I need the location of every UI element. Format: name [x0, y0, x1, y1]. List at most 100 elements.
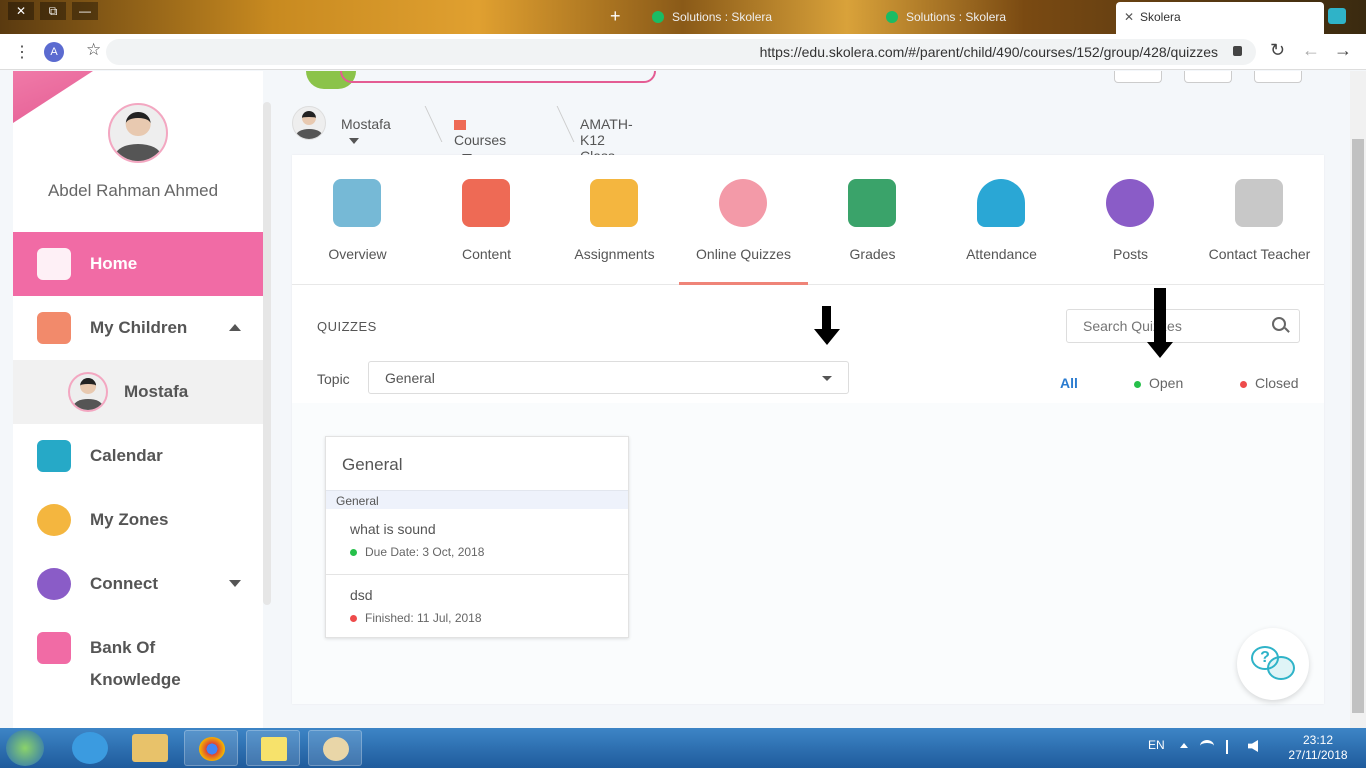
- tab-posts[interactable]: Posts: [1066, 155, 1195, 285]
- sidebar: Abdel Rahman Ahmed Home My Children Most…: [13, 71, 263, 728]
- page-scrollbar[interactable]: [1350, 71, 1366, 728]
- child-avatar: [292, 106, 326, 140]
- taskbar-chrome[interactable]: [184, 730, 238, 766]
- new-tab-button[interactable]: +: [610, 6, 621, 27]
- tab-label: Assignments: [574, 246, 655, 262]
- windows-taskbar: EN 23:12 27/11/2018: [0, 728, 1366, 768]
- bookmark-star-icon[interactable]: ☆: [86, 40, 101, 60]
- system-clock[interactable]: 23:12 27/11/2018: [1278, 733, 1358, 763]
- quiz-date: Finished: 11 Jul, 2018: [350, 611, 482, 625]
- tab-title: Solutions : Skolera: [672, 10, 773, 24]
- header-button[interactable]: [1114, 71, 1162, 83]
- open-status-dot: [350, 549, 357, 557]
- internet-explorer-icon[interactable]: [72, 732, 108, 764]
- filter-all[interactable]: All: [1060, 375, 1078, 391]
- browser-tab[interactable]: Solutions : Skolera: [648, 4, 838, 30]
- sticky-notes-icon: [261, 737, 287, 761]
- taskbar-paint[interactable]: [308, 730, 362, 766]
- quiz-item[interactable]: dsd Finished: 11 Jul, 2018: [326, 575, 628, 641]
- chevron-down-icon[interactable]: [229, 580, 241, 587]
- home-icon: [37, 248, 71, 280]
- sidebar-item-my-zones[interactable]: My Zones: [13, 488, 263, 552]
- scrollbar-thumb[interactable]: [1352, 139, 1364, 713]
- lock-icon: [1233, 46, 1242, 56]
- forward-button[interactable]: →: [1334, 40, 1352, 61]
- sidebar-item-connect[interactable]: Connect: [13, 552, 263, 616]
- topic-select[interactable]: General: [368, 361, 849, 394]
- window-close-button[interactable]: ✕: [8, 2, 34, 20]
- window-minimize-button[interactable]: —: [72, 2, 98, 20]
- url-field[interactable]: https://edu.skolera.com/#/parent/child/4…: [106, 39, 1256, 65]
- sidebar-item-label: Home: [90, 254, 138, 273]
- user-avatar[interactable]: [108, 103, 168, 163]
- window-restore-button[interactable]: ⧉: [40, 2, 66, 20]
- sidebar-item-home[interactable]: Home: [13, 232, 263, 296]
- avatar-face: [301, 110, 317, 125]
- filter-open[interactable]: Open: [1134, 375, 1183, 391]
- show-hidden-icons-icon[interactable]: [1180, 743, 1188, 748]
- sidebar-item-label: Connect: [90, 574, 158, 593]
- tab-online-quizzes[interactable]: Online Quizzes: [679, 155, 808, 285]
- content-icon: [462, 179, 510, 227]
- section-title: QUIZZES: [317, 319, 377, 334]
- chevron-up-icon[interactable]: [229, 324, 241, 331]
- skolera-extension-icon[interactable]: [1328, 8, 1346, 24]
- sidebar-item-label: My Zones: [90, 510, 169, 529]
- quiz-group-card: General General what is sound Due Date: …: [325, 436, 629, 638]
- tab-assignments[interactable]: Assignments: [550, 155, 679, 285]
- quiz-item[interactable]: what is sound Due Date: 3 Oct, 2018: [326, 509, 628, 575]
- course-tabs: Overview Content Assignments Online Quiz…: [292, 155, 1324, 285]
- tab-label: Content: [461, 246, 512, 262]
- search-icon[interactable]: [1272, 317, 1286, 331]
- start-button[interactable]: [6, 730, 44, 766]
- browser-tab-bar: ✕ ⧉ — + Solutions : Skolera Solutions : …: [0, 0, 1366, 34]
- favicon-icon: [652, 11, 664, 23]
- breadcrumb-child[interactable]: Mostafa: [341, 116, 391, 148]
- sidebar-item-label: My Children: [90, 318, 188, 337]
- skolera-logo: [13, 71, 93, 123]
- breadcrumb-courses-label: Courses: [454, 132, 507, 148]
- taskbar-sticky-notes[interactable]: [246, 730, 300, 766]
- help-question-icon: ?: [1251, 646, 1279, 670]
- menu-icon[interactable]: ⋮: [14, 42, 30, 62]
- flag-icon[interactable]: [1226, 740, 1236, 754]
- user-name: Abdel Rahman Ahmed: [47, 181, 219, 200]
- quiz-name: dsd: [350, 587, 373, 603]
- quiz-icon: [719, 179, 767, 227]
- sidebar-item-my-children[interactable]: My Children: [13, 296, 263, 360]
- volume-icon[interactable]: [1248, 740, 1258, 752]
- search-input[interactable]: [1066, 309, 1300, 343]
- help-chat-button[interactable]: ?: [1237, 628, 1309, 700]
- connect-icon: [37, 568, 71, 600]
- header-button[interactable]: [1254, 71, 1302, 83]
- breadcrumb-child-label: Mostafa: [341, 116, 391, 132]
- back-button[interactable]: ←: [1302, 40, 1320, 61]
- tab-overview[interactable]: Overview: [293, 155, 422, 285]
- file-explorer-icon[interactable]: [132, 734, 168, 762]
- filter-closed[interactable]: Closed: [1240, 375, 1299, 391]
- language-indicator[interactable]: EN: [1148, 738, 1165, 752]
- tab-label: Contact Teacher: [1208, 246, 1311, 262]
- quiz-group-title: General: [342, 455, 403, 474]
- sidebar-scrollbar[interactable]: [263, 102, 271, 605]
- course-card: Overview Content Assignments Online Quiz…: [292, 155, 1324, 704]
- avatar-body: [115, 144, 161, 161]
- sidebar-item-calendar[interactable]: Calendar: [13, 424, 263, 488]
- avatar-face: [125, 111, 151, 137]
- tab-grades[interactable]: Grades: [808, 155, 937, 285]
- header-button[interactable]: [1184, 71, 1232, 83]
- tab-attendance[interactable]: Attendance: [937, 155, 1066, 285]
- browser-tab-active[interactable]: ✕ Skolera: [1116, 2, 1324, 34]
- browser-tab[interactable]: Solutions : Skolera: [882, 4, 1082, 30]
- reload-button[interactable]: ↻: [1270, 40, 1285, 61]
- child-avatar: [68, 372, 108, 412]
- sidebar-item-label: Calendar: [90, 446, 163, 465]
- wifi-icon[interactable]: [1200, 740, 1214, 752]
- chrome-icon: [199, 737, 225, 761]
- sidebar-item-bank-of-knowledge[interactable]: Bank Of Knowledge: [13, 616, 263, 696]
- close-tab-icon[interactable]: ✕: [1124, 2, 1134, 32]
- tab-contact-teacher[interactable]: Contact Teacher: [1195, 155, 1324, 285]
- sidebar-item-mostafa[interactable]: Mostafa: [13, 360, 263, 424]
- tab-content[interactable]: Content: [422, 155, 551, 285]
- profile-avatar[interactable]: A: [44, 42, 64, 62]
